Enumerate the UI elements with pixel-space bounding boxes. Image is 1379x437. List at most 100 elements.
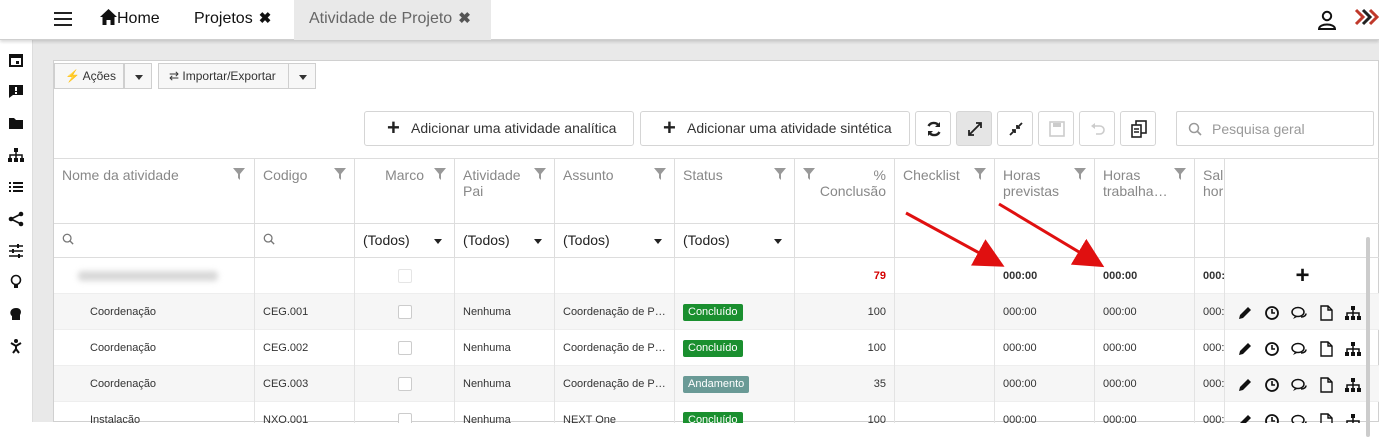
close-icon[interactable]: ✖ [458,10,471,27]
column-header-status[interactable]: Status [675,159,795,223]
file-icon[interactable] [1318,377,1334,393]
filter-icon[interactable] [974,168,986,180]
tab-projetos[interactable]: Projetos ✖ [194,0,271,40]
filter-icon[interactable] [334,168,346,180]
filter-checklist[interactable] [895,224,995,258]
table-row[interactable]: Coordenação CEG.003 Nenhuma Coordenação de … [54,366,1379,402]
column-header-conclusao[interactable]: % Conclusão [795,159,895,223]
tab-atividade-de-projeto[interactable]: Atividade de Projeto ✖ [294,0,491,40]
undo-button[interactable] [1079,111,1115,146]
filter-assunto-select[interactable]: (Todos) [555,224,675,258]
filter-icon[interactable] [233,168,245,180]
filter-icon[interactable] [534,168,546,180]
filter-marco-select[interactable]: (Todos) [355,224,455,258]
cell-conclusao: 35 [795,366,895,402]
refresh-button[interactable] [915,111,951,146]
sliders-icon[interactable] [8,243,24,259]
marco-checkbox[interactable] [398,305,412,319]
hierarchy-icon[interactable] [1345,305,1361,321]
alert-icon[interactable] [8,83,24,99]
filter-status-select[interactable]: (Todos) [675,224,795,258]
tab-home[interactable]: Home [100,0,160,40]
hierarchy-icon[interactable] [8,147,24,163]
comments-icon[interactable] [1291,377,1307,393]
acoes-button[interactable]: ⚡ Ações [54,63,124,89]
search-icon [62,233,74,245]
hierarchy-icon[interactable] [1345,377,1361,393]
user-icon[interactable] [1318,10,1336,30]
filter-icon[interactable] [654,168,666,180]
marco-checkbox[interactable] [398,377,412,391]
menu-icon[interactable] [54,12,72,26]
head-icon[interactable] [8,306,24,322]
table-row[interactable]: Instalação NXO.001 Nenhuma NEXT One Concluíd… [54,402,1379,423]
list-icon[interactable] [8,179,24,195]
filter-pai-select[interactable]: (Todos) [455,224,555,258]
hierarchy-icon[interactable] [1345,341,1361,357]
table-row[interactable]: Coordenação CEG.001 Nenhuma Coordenação de … [54,294,1379,330]
status-badge: Concluído [683,304,743,321]
folder-icon[interactable] [8,115,24,131]
column-chooser-button[interactable] [1120,111,1156,146]
clock-icon[interactable] [1264,377,1280,393]
filter-codigo[interactable] [255,224,355,258]
column-header-assunto[interactable]: Assunto [555,159,675,223]
column-header-actions [1225,159,1379,223]
clock-icon[interactable] [1264,341,1280,357]
person-icon[interactable] [8,338,24,354]
expand-button[interactable] [956,111,992,146]
save-button[interactable] [1038,111,1074,146]
summary-row[interactable]: 79 000:00 000:00 000: + [54,258,1379,294]
close-icon[interactable]: ✖ [259,10,272,27]
table-row[interactable]: Coordenação CEG.002 Nenhuma Coordenação de … [54,330,1379,366]
acoes-dropdown-button[interactable] [124,63,152,89]
vertical-scrollbar[interactable] [1366,237,1370,437]
column-header-horas-previstas[interactable]: Horas previstas [995,159,1095,223]
column-header-horas-trabalhadas[interactable]: Horas trabalha… [1095,159,1195,223]
search-input[interactable]: Pesquisa geral [1212,121,1305,137]
importar-exportar-button[interactable]: ⇄ Importar/Exportar [158,63,289,89]
column-header-nome[interactable]: Nome da atividade [54,159,255,223]
filter-icon[interactable] [1174,168,1186,180]
filter-horas-trabalhadas[interactable] [1095,224,1195,258]
column-header-checklist[interactable]: Checklist [895,159,995,223]
home-icon [100,9,117,25]
filter-saldo[interactable] [1195,224,1225,258]
column-label: Status [683,167,723,183]
filter-horas-previstas[interactable] [995,224,1095,258]
file-icon[interactable] [1318,305,1334,321]
redacted-project-name [78,271,218,281]
filter-icon[interactable] [434,168,446,180]
column-header-saldo[interactable]: Sal hor [1195,159,1225,223]
clock-icon[interactable] [1264,305,1280,321]
filter-conclusao[interactable] [795,224,895,258]
comments-icon[interactable] [1291,341,1307,357]
filter-icon[interactable] [774,168,786,180]
file-icon[interactable] [1318,341,1334,357]
add-child-button[interactable]: + [1225,258,1379,294]
filter-nome[interactable] [54,224,255,258]
calendar-icon[interactable] [8,52,24,68]
share-icon[interactable] [8,211,24,227]
importar-dropdown-button[interactable] [288,63,316,89]
column-header-atividade-pai[interactable]: Atividade Pai [455,159,555,223]
column-header-codigo[interactable]: Codigo [255,159,355,223]
filter-icon[interactable] [1074,168,1086,180]
pencil-icon[interactable] [1237,341,1253,357]
lightbulb-icon[interactable] [8,274,24,290]
filter-icon[interactable] [803,168,815,180]
plus-icon: + [387,115,400,140]
cell-status: Concluído [675,294,795,330]
marco-checkbox[interactable] [398,269,412,283]
pencil-icon[interactable] [1237,305,1253,321]
add-analitica-button[interactable]: + Adicionar uma atividade analítica [364,111,634,146]
column-header-marco[interactable]: Marco [355,159,455,223]
cell-hp: 000:00 [995,366,1095,402]
left-rail [0,40,33,422]
marco-checkbox[interactable] [398,341,412,355]
pencil-icon[interactable] [1237,377,1253,393]
collapse-button[interactable] [997,111,1033,146]
general-search-box[interactable]: Pesquisa geral [1176,111,1374,146]
comments-icon[interactable] [1291,305,1307,321]
add-sintetica-button[interactable]: + Adicionar uma atividade sintética [640,111,910,146]
